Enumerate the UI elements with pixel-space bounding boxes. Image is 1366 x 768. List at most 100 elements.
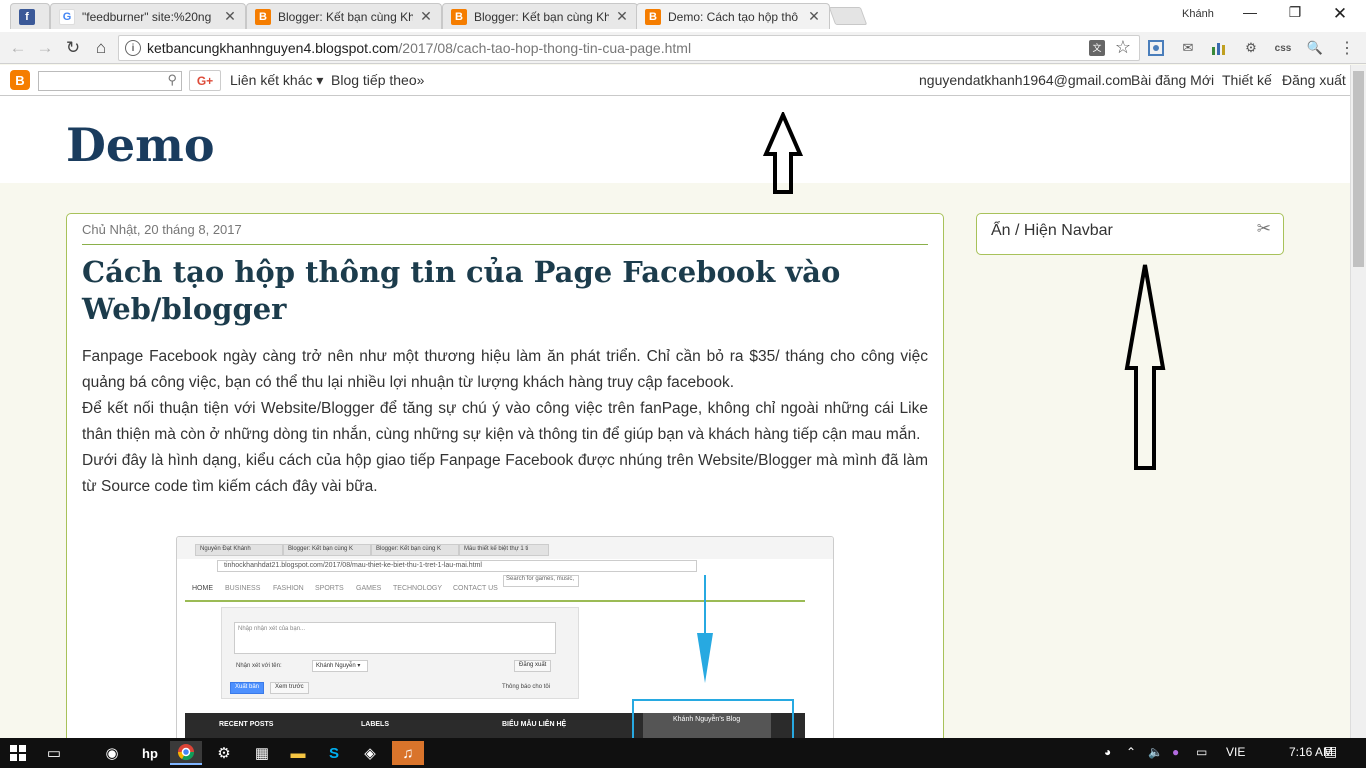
image-nav-item: SPORTS xyxy=(315,585,344,592)
image-site-nav: HOME BUSINESS FASHION SPORTS GAMES TECHN… xyxy=(185,579,805,601)
menu-icon[interactable]: ⋮ xyxy=(1338,39,1356,57)
tab-blogger-1[interactable]: B Blogger: Kết bạn cùng Kh ✕ xyxy=(246,3,442,29)
image-comment-as-select: Khánh Nguyễn ▾ xyxy=(312,660,368,672)
google-icon: G xyxy=(59,8,75,25)
post-title[interactable]: Cách tạo hộp thông tin của Page Facebook… xyxy=(82,254,842,328)
network-app-icon[interactable]: ◕ xyxy=(1104,745,1111,759)
blogger-icon: B xyxy=(255,8,271,25)
post-date: Chủ Nhật, 20 tháng 8, 2017 xyxy=(82,222,242,237)
app-icon[interactable]: ◉ xyxy=(96,741,128,765)
tab-facebook[interactable]: f xyxy=(10,3,50,29)
design-link[interactable]: Thiết kế xyxy=(1222,72,1272,88)
file-explorer-icon[interactable]: ▬ xyxy=(282,741,314,765)
notifications-icon[interactable]: ▤ xyxy=(1324,743,1337,760)
blogger-navbar: B ⚲ G+ Liên kết khác ▾ Blog tiếp theo» n… xyxy=(0,65,1350,96)
image-footer-heading: BIỂU MẪU LIÊN HỆ xyxy=(502,721,567,728)
post-paragraph: Fanpage Facebook ngày càng trở nên như m… xyxy=(82,348,928,391)
edit-tools-icon[interactable]: ✂ xyxy=(1257,219,1271,239)
restore-icon[interactable]: ❐ xyxy=(1275,4,1315,24)
back-icon[interactable]: ← xyxy=(6,36,30,60)
image-comment-form: Nhập nhận xét của bạn... Nhận xét với tê… xyxy=(221,607,579,699)
close-icon[interactable]: ✕ xyxy=(419,8,433,25)
info-icon[interactable]: i xyxy=(125,40,141,56)
chrome-icon[interactable] xyxy=(170,741,202,765)
navbar-toggle-widget[interactable]: Ẩn / Hiện Navbar ✂ xyxy=(976,213,1284,255)
task-view-icon[interactable]: ▭ xyxy=(38,741,70,765)
minimize-icon[interactable]: — xyxy=(1230,4,1270,24)
image-nav-item: HOME xyxy=(192,585,213,592)
messenger-icon[interactable]: ● xyxy=(1172,745,1179,759)
image-footer-heading: LABELS xyxy=(361,721,389,728)
battery-icon[interactable]: ▭ xyxy=(1196,745,1207,759)
bookmark-star-icon[interactable]: ☆ xyxy=(1115,37,1131,58)
itunes-icon[interactable]: ♫ xyxy=(392,741,424,765)
image-tab: Blogger: Kết bạn cùng K xyxy=(371,544,459,556)
settings-extension-icon[interactable]: ⚙ xyxy=(1242,39,1260,57)
image-arrow-head-icon xyxy=(697,633,713,683)
divider xyxy=(82,244,928,245)
mail-icon[interactable]: ✉ xyxy=(1179,39,1197,57)
image-address-bar: tinhockhanhdat21.blogspot.com/2017/08/ma… xyxy=(217,560,697,572)
image-nav-item: TECHNOLOGY xyxy=(393,585,443,592)
image-search-box: Search for games, music, xyxy=(503,575,579,587)
address-bar[interactable]: i ketbancungkhanhnguyen4.blogspot.com/20… xyxy=(118,35,1140,61)
close-icon[interactable]: ✕ xyxy=(807,8,821,25)
windows-taskbar: ▭ ◉ hp ⚙ ▦ ▬ S ◈ ♫ ◕ ⌃ 🔈 ● ▭ VIE 7:16 AM… xyxy=(0,738,1366,768)
forward-icon[interactable]: → xyxy=(33,36,57,60)
scrollbar-thumb[interactable] xyxy=(1353,71,1364,267)
vertical-scrollbar[interactable] xyxy=(1350,65,1366,738)
app-icon[interactable]: ◈ xyxy=(354,741,386,765)
translate-icon[interactable]: 文 xyxy=(1089,40,1105,56)
reload-icon[interactable]: ↻ xyxy=(61,36,85,60)
volume-icon[interactable]: 🔈 xyxy=(1148,745,1163,759)
sign-out-link[interactable]: Đăng xuất xyxy=(1282,72,1346,88)
image-preview-button: Xem trước xyxy=(270,682,309,694)
up-arrow-icon xyxy=(1124,264,1166,470)
css-extension-icon[interactable]: css xyxy=(1274,39,1292,57)
image-comment-as-label: Nhận xét với tên: xyxy=(236,663,282,669)
language-indicator[interactable]: VIE xyxy=(1226,745,1245,759)
close-window-icon[interactable]: ✕ xyxy=(1320,4,1360,24)
tab-strip: f G "feedburner" site:%20ng ✕ B Blogger:… xyxy=(0,0,1366,32)
chevron-up-icon[interactable]: ⌃ xyxy=(1126,745,1136,759)
settings-icon[interactable]: ⚙ xyxy=(208,741,240,765)
tab-title: Blogger: Kết bạn cùng Kh xyxy=(278,9,413,24)
windows-start-icon[interactable] xyxy=(2,741,34,765)
profile-name[interactable]: Khánh xyxy=(1182,8,1214,20)
next-blog-link[interactable]: Blog tiếp theo» xyxy=(331,72,424,88)
close-icon[interactable]: ✕ xyxy=(223,8,237,25)
image-nav-item: GAMES xyxy=(356,585,382,592)
zoom-extension-icon[interactable]: 🔍 xyxy=(1306,39,1324,57)
blog-title[interactable]: Demo xyxy=(66,118,215,172)
blogger-icon: B xyxy=(645,8,661,25)
post-body: Fanpage Facebook ngày càng trở nên như m… xyxy=(82,344,928,500)
post-paragraph: Để kết nối thuận tiện với Website/Blogge… xyxy=(82,400,928,443)
chart-extension-icon[interactable] xyxy=(1210,39,1228,57)
image-nav-item: CONTACT US xyxy=(453,585,498,592)
blog-search-input[interactable]: ⚲ xyxy=(38,71,182,91)
new-tab-button[interactable] xyxy=(828,7,868,25)
blog-header: Demo xyxy=(0,96,1350,183)
tab-blogger-2[interactable]: B Blogger: Kết bạn cùng Kh ✕ xyxy=(442,3,638,29)
skype-icon[interactable]: S xyxy=(318,741,350,765)
browser-toolbar: ← → ↻ ⌂ i ketbancungkhanhnguyen4.blogspo… xyxy=(0,32,1366,64)
google-plus-button[interactable]: G+ xyxy=(189,70,221,91)
facebook-icon: f xyxy=(19,8,35,25)
new-post-link[interactable]: Bài đăng Mới xyxy=(1131,72,1214,88)
blogger-logo-icon[interactable]: B xyxy=(10,70,30,90)
widget-title[interactable]: Ẩn / Hiện Navbar xyxy=(991,222,1113,240)
url-host: ketbancungkhanhnguyen4.blogspot.com xyxy=(147,40,399,56)
hp-icon[interactable]: hp xyxy=(134,741,166,765)
post-image[interactable]: Nguyễn Đạt Khánh Blogger: Kết bạn cùng K… xyxy=(176,536,834,752)
search-icon[interactable]: ⚲ xyxy=(167,72,177,88)
image-signout-button: Đăng xuất xyxy=(514,660,552,672)
tab-demo-active[interactable]: B Demo: Cách tạo hộp thô ✕ xyxy=(636,3,830,29)
close-icon[interactable]: ✕ xyxy=(615,8,629,25)
post-card: Chủ Nhật, 20 tháng 8, 2017 Cách tạo hộp … xyxy=(66,213,944,753)
store-icon[interactable]: ▦ xyxy=(246,741,278,765)
extension-icon[interactable] xyxy=(1147,39,1165,57)
account-email[interactable]: nguyendatkhanh1964@gmail.com xyxy=(919,72,1132,88)
more-links-dropdown[interactable]: Liên kết khác ▾ xyxy=(230,72,323,89)
home-icon[interactable]: ⌂ xyxy=(89,36,113,60)
tab-google-search[interactable]: G "feedburner" site:%20ng ✕ xyxy=(50,3,246,29)
